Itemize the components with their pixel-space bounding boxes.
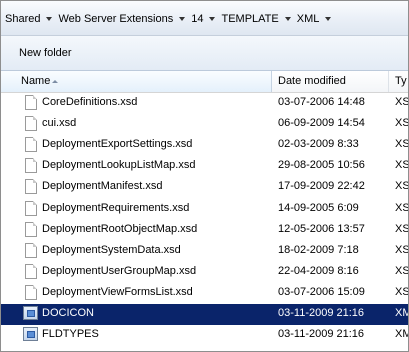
chevron-down-icon[interactable]	[325, 17, 332, 21]
file-name: DeploymentLookupListMap.xsd	[42, 159, 196, 172]
file-row[interactable]: DeploymentExportSettings.xsd 02-03-2009 8…	[1, 135, 408, 156]
file-type: XS	[395, 264, 409, 277]
chevron-down-icon[interactable]	[209, 17, 216, 21]
file-type: XS	[395, 243, 409, 256]
command-bar: New folder	[1, 36, 408, 71]
xsd-file-icon	[25, 137, 37, 153]
xsd-file-icon	[25, 242, 37, 258]
xsd-file-icon	[25, 158, 37, 174]
file-type: XS	[395, 159, 409, 172]
file-name: DeploymentUserGroupMap.xsd	[42, 264, 197, 277]
column-header-name[interactable]: Name	[1, 71, 272, 92]
file-type: XS	[395, 285, 409, 298]
file-name: DeploymentSystemData.xsd	[42, 243, 181, 256]
file-row[interactable]: CoreDefinitions.xsd 03-07-2006 14:48 XS	[1, 93, 408, 114]
file-date-modified: 03-07-2006 14:48	[278, 96, 365, 108]
breadcrumb-item-web-server-extensions[interactable]: Web Server Extensions	[56, 13, 175, 25]
breadcrumb-item-xml[interactable]: XML	[295, 13, 322, 25]
file-date-modified: 02-03-2009 8:33	[278, 138, 359, 151]
address-bar[interactable]: Shared Web Server Extensions 14 TEMPLATE…	[1, 1, 408, 36]
file-date-modified: 12-05-2006 13:57	[278, 222, 365, 235]
file-date-modified: 29-08-2005 10:56	[278, 159, 365, 172]
column-header-date-label: Date modified	[278, 75, 346, 87]
file-row[interactable]: DeploymentViewFormsList.xsd 03-07-2006 15…	[1, 283, 408, 304]
breadcrumb: Shared Web Server Extensions 14 TEMPLATE…	[3, 11, 335, 27]
file-date-modified: 17-09-2009 22:42	[278, 180, 365, 193]
file-row[interactable]: DeploymentSystemData.xsd 18-02-2009 7:18 X…	[1, 241, 408, 262]
breadcrumb-item-template[interactable]: TEMPLATE	[219, 13, 280, 25]
column-header-row: Name Date modified Ty	[1, 71, 408, 93]
xsd-file-icon	[25, 116, 37, 132]
xml-file-icon	[23, 306, 38, 320]
file-name: DeploymentManifest.xsd	[42, 180, 163, 193]
file-row[interactable]: DeploymentUserGroupMap.xsd 22-04-2009 8:1…	[1, 262, 408, 283]
file-type: XS	[395, 180, 409, 193]
file-row[interactable]: DeploymentLookupListMap.xsd 29-08-2005 10…	[1, 156, 408, 177]
file-name: FLDTYPES	[42, 328, 99, 341]
column-header-type-label: Ty	[395, 75, 407, 87]
file-type: XS	[395, 222, 409, 235]
breadcrumb-item-14[interactable]: 14	[189, 13, 205, 25]
file-date-modified: 06-09-2009 14:54	[278, 117, 365, 130]
file-name: DOCICON	[42, 307, 94, 319]
file-name: CoreDefinitions.xsd	[42, 96, 138, 108]
file-row[interactable]: FLDTYPES 03-11-2009 21:16 XM	[1, 325, 408, 346]
column-header-date-modified[interactable]: Date modified	[273, 71, 389, 92]
xsd-file-icon	[25, 221, 37, 237]
file-date-modified: 14-09-2005 6:09	[278, 201, 359, 214]
explorer-window: Shared Web Server Extensions 14 TEMPLATE…	[0, 0, 409, 352]
new-folder-button[interactable]: New folder	[19, 47, 72, 59]
file-name: DeploymentRootObjectMap.xsd	[42, 222, 198, 235]
file-type: XS	[395, 201, 409, 214]
xsd-file-icon	[25, 284, 37, 300]
xsd-file-icon	[25, 179, 37, 195]
file-date-modified: 03-11-2009 21:16	[278, 307, 365, 319]
file-name: DeploymentRequirements.xsd	[42, 201, 190, 214]
file-date-modified: 03-07-2006 15:09	[278, 285, 365, 298]
file-type: XM	[395, 307, 408, 319]
chevron-down-icon[interactable]	[179, 17, 186, 21]
file-type: XS	[395, 138, 409, 151]
breadcrumb-item-shared[interactable]: Shared	[3, 13, 42, 25]
file-type: XM	[395, 328, 408, 341]
sort-ascending-icon	[52, 80, 58, 83]
xsd-file-icon	[25, 200, 37, 216]
file-date-modified: 18-02-2009 7:18	[278, 243, 359, 256]
file-type: XS	[395, 96, 409, 108]
file-date-modified: 22-04-2009 8:16	[278, 264, 359, 277]
column-header-name-label: Name	[21, 75, 51, 87]
file-name: cui.xsd	[42, 117, 77, 130]
chevron-down-icon[interactable]	[46, 17, 53, 21]
file-type: XS	[395, 117, 409, 130]
xsd-file-icon	[25, 95, 37, 110]
file-date-modified: 03-11-2009 21:16	[278, 328, 365, 341]
xsd-file-icon	[25, 263, 37, 279]
file-row[interactable]: cui.xsd 06-09-2009 14:54 XS	[1, 114, 408, 135]
file-name: DeploymentViewFormsList.xsd	[42, 285, 193, 298]
file-name: DeploymentExportSettings.xsd	[42, 138, 193, 151]
file-row[interactable]: DeploymentManifest.xsd 17-09-2009 22:42 XS	[1, 177, 408, 198]
chevron-down-icon[interactable]	[284, 17, 291, 21]
file-row[interactable]: DOCICON 03-11-2009 21:16 XM	[1, 304, 408, 325]
file-row[interactable]: DeploymentRequirements.xsd 14-09-2005 6:0…	[1, 199, 408, 220]
file-row[interactable]: DeploymentRootObjectMap.xsd 12-05-2006 13…	[1, 220, 408, 241]
xml-file-icon	[23, 327, 38, 342]
column-header-type[interactable]: Ty	[390, 71, 408, 92]
